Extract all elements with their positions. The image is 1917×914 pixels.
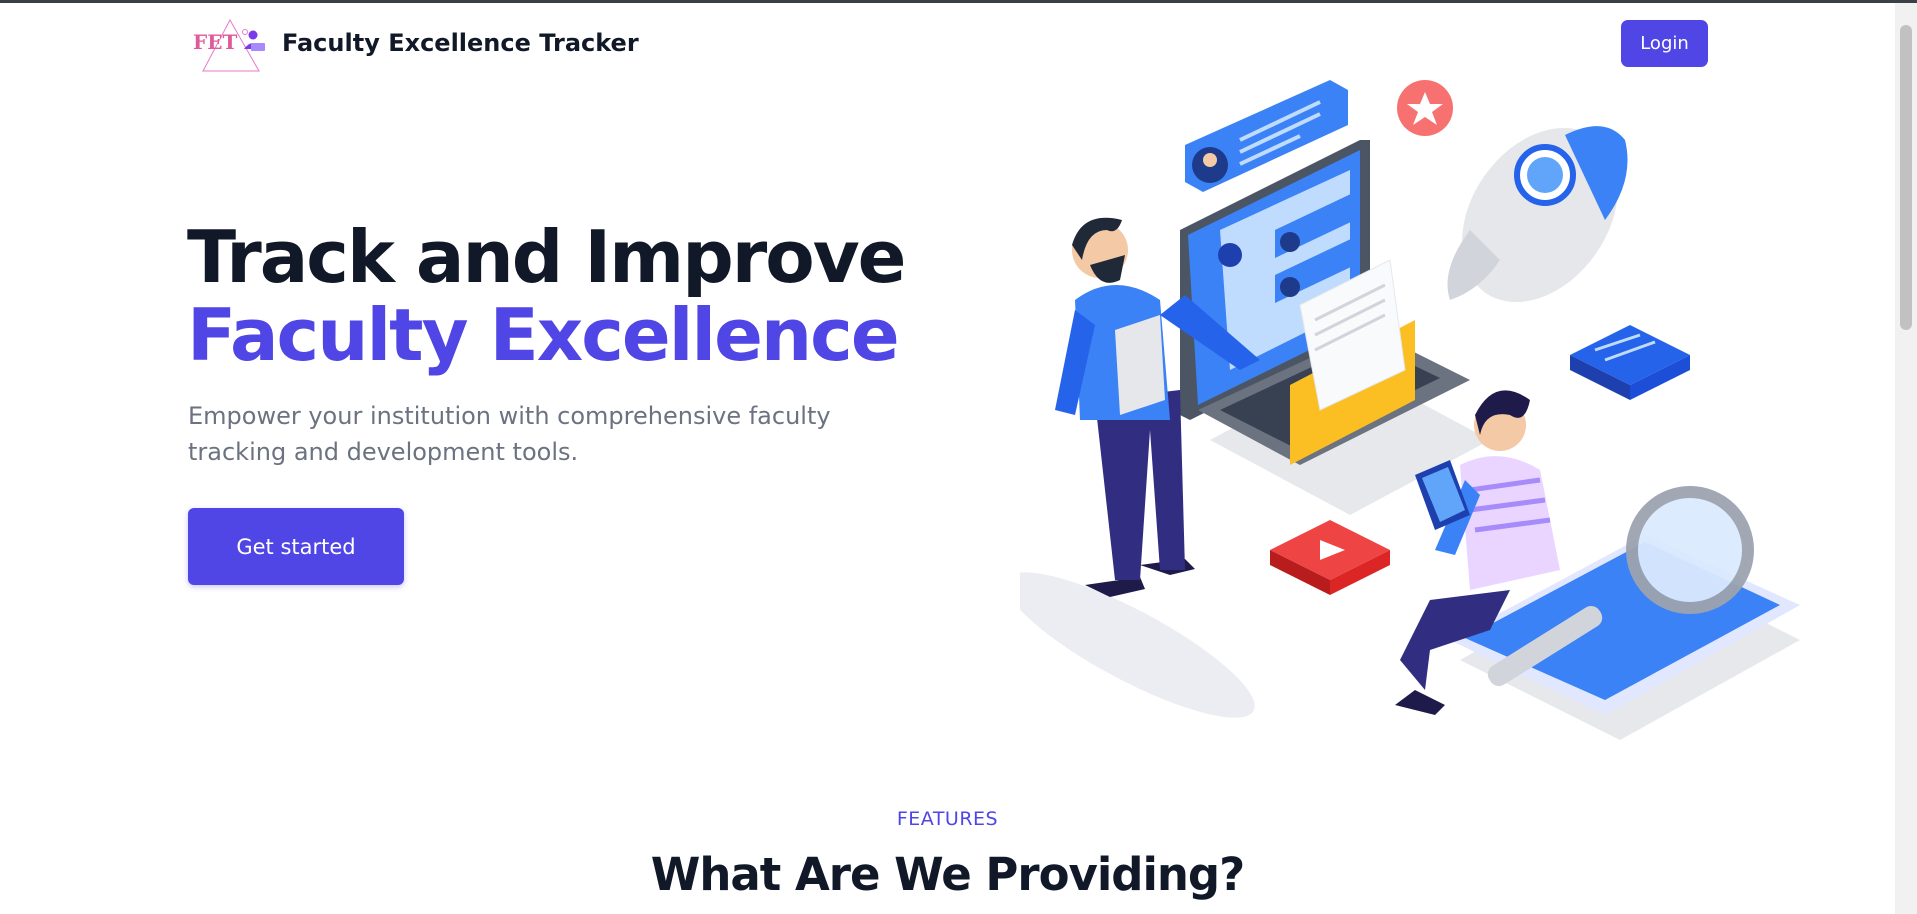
document-tile-icon (1570, 325, 1690, 400)
brand-name[interactable]: Faculty Excellence Tracker (282, 29, 639, 57)
shadow-left (1020, 572, 1255, 718)
hero-title: Track and Improve Faculty Excellence (187, 215, 906, 377)
fet-logo: FET (193, 18, 265, 72)
site-header: FET Faculty Excellence Tracker Login (0, 3, 1895, 85)
login-button[interactable]: Login (1621, 20, 1708, 67)
features-eyebrow: FEATURES (896, 808, 999, 830)
vertical-scrollbar[interactable] (1895, 3, 1917, 914)
rocket-icon (1447, 126, 1628, 303)
video-play-icon (1270, 520, 1390, 595)
hero-illustration (1020, 80, 1800, 740)
hero-description: Empower your institution with comprehens… (188, 402, 831, 466)
hero-title-line2: Faculty Excellence (187, 293, 900, 377)
svg-text:FET: FET (193, 30, 237, 54)
features-title: What Are We Providing? (650, 848, 1245, 901)
hero-title-line1: Track and Improve (187, 215, 906, 299)
scrollbar-thumb[interactable] (1900, 25, 1912, 330)
star-badge-icon (1397, 80, 1453, 136)
get-started-button[interactable]: Get started (188, 508, 404, 585)
